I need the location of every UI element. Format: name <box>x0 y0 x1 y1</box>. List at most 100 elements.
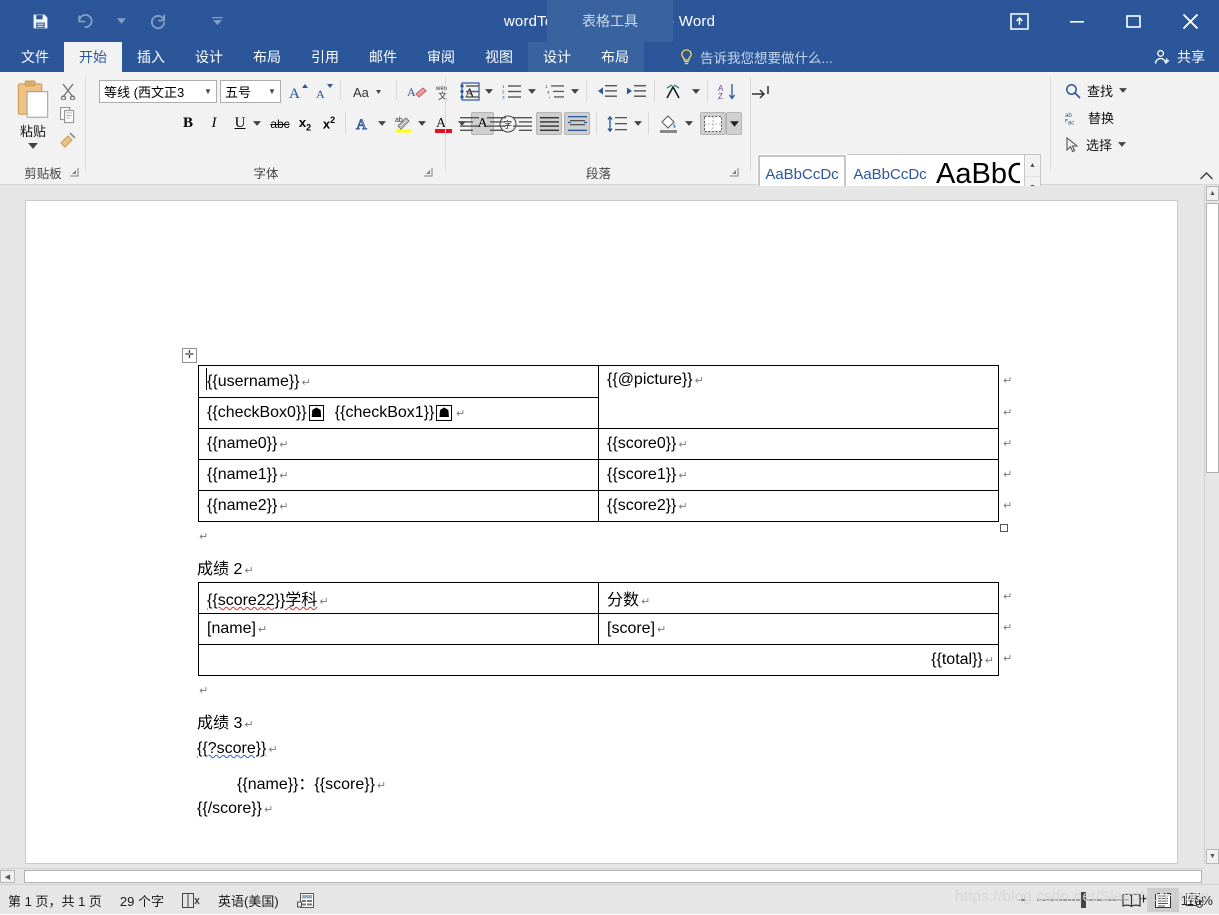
page-1[interactable]: ✛ {{username}} ↵ {{@picture}} ↵ {{checkB… <box>25 200 1178 864</box>
shading-button[interactable] <box>655 112 681 135</box>
loop-close-tag[interactable]: {{/score}} ↵ <box>197 800 273 818</box>
ribbon-tab-0[interactable]: 文件 <box>6 42 64 72</box>
multilevel-list-button[interactable]: 1ai <box>542 80 568 103</box>
decrease-font-size-button[interactable]: A <box>312 80 336 103</box>
strikethrough-button[interactable]: abc <box>268 112 292 135</box>
ribbon-options-icon[interactable] <box>991 0 1048 42</box>
text-effects-button[interactable]: A <box>352 112 375 135</box>
cell-score-placeholder[interactable]: [score] ↵ <box>598 613 999 645</box>
share-button[interactable]: 共享 <box>1154 42 1205 72</box>
clear-formatting-button[interactable]: A <box>404 80 429 103</box>
distributed-align-button[interactable] <box>564 112 590 135</box>
decrease-indent-button[interactable] <box>594 80 620 103</box>
paste-button[interactable]: 粘贴 <box>8 78 58 150</box>
increase-font-size-button[interactable]: A <box>286 80 310 103</box>
cell-subject-header[interactable]: {{score22}}学科 ↵ <box>198 582 599 614</box>
table-resize-handle[interactable] <box>1000 524 1008 532</box>
font-name-chevron-down-icon[interactable]: ▼ <box>200 87 216 96</box>
customize-qat-chevron-down-icon[interactable] <box>202 0 232 42</box>
restore-icon[interactable] <box>1105 0 1162 42</box>
text-effects-chevron-down-icon[interactable] <box>375 112 388 135</box>
cell-total[interactable]: {{total}} ↵ <box>198 644 999 676</box>
cell-name0[interactable]: {{name0}} ↵ <box>198 428 599 460</box>
ribbon-tab-9[interactable]: 设计 <box>528 42 586 72</box>
ribbon-tab-10[interactable]: 布局 <box>586 42 644 72</box>
line-spacing-button[interactable] <box>604 112 630 135</box>
subscript-button[interactable]: x2 <box>294 112 316 135</box>
underline-chevron-down-icon[interactable] <box>250 112 264 135</box>
ribbon-tab-2[interactable]: 插入 <box>122 42 180 72</box>
cut-button-top[interactable] <box>56 80 80 102</box>
format-painter-button[interactable] <box>56 128 80 150</box>
find-button[interactable]: 查找 <box>1065 81 1128 100</box>
loop-body[interactable]: {{name}}：{{score}} ↵ <box>237 770 386 794</box>
page-info[interactable]: 第 1 页，共 1 页 <box>8 891 102 910</box>
ribbon-tab-6[interactable]: 邮件 <box>354 42 412 72</box>
zoom-slider-thumb[interactable] <box>1081 892 1086 908</box>
loop-open-tag[interactable]: {{?score}} ↵ <box>197 740 278 758</box>
table-row[interactable]: {{name0}} ↵ {{score0}} ↵ <box>198 428 999 460</box>
cell-name2[interactable]: {{name2}} ↵ <box>198 490 599 522</box>
scroll-left-icon[interactable]: ◀ <box>0 870 15 883</box>
font-name-combobox[interactable]: 等线 (西文正3 ▼ <box>99 80 217 103</box>
font-size-chevron-down-icon[interactable]: ▼ <box>264 87 280 96</box>
font-dialog-launcher[interactable] <box>424 168 436 180</box>
table-subjects[interactable]: {{score22}}学科↵ 分数↵ [name]↵ [score]↵ <box>198 582 999 676</box>
ribbon-tab-5[interactable]: 引用 <box>296 42 354 72</box>
table-row[interactable]: {{name2}} ↵ {{score2}} ↵ <box>198 490 999 522</box>
cell-score-header[interactable]: 分数 ↵ <box>598 582 999 614</box>
cell-name1[interactable]: {{name1}} ↵ <box>198 459 599 491</box>
table-move-handle[interactable]: ✛ <box>182 348 197 363</box>
redo-icon[interactable] <box>136 0 180 42</box>
heading-score-2[interactable]: 成绩 2 ↵ <box>197 555 254 579</box>
highlight-chevron-down-icon[interactable] <box>415 112 428 135</box>
numbering-chevron-down-icon[interactable] <box>525 80 538 103</box>
line-spacing-chevron-down-icon[interactable] <box>631 112 644 135</box>
undo-dropdown-chevron-down-icon[interactable] <box>106 0 136 42</box>
scroll-up-icon[interactable]: ▲ <box>1206 186 1219 201</box>
vertical-scrollbar[interactable]: ▲ ▼ <box>1204 186 1219 864</box>
sort-chevron-down-icon[interactable] <box>689 80 702 103</box>
save-icon[interactable] <box>18 0 62 42</box>
underline-button[interactable]: U <box>229 112 251 135</box>
undo-icon[interactable] <box>62 0 106 42</box>
ribbon-tab-3[interactable]: 设计 <box>180 42 238 72</box>
italic-button[interactable]: I <box>203 112 225 135</box>
align-center-button[interactable] <box>483 112 509 135</box>
word-count[interactable]: 29 个字 <box>120 891 164 910</box>
collapse-ribbon-icon[interactable] <box>1200 172 1213 180</box>
cell-name-placeholder[interactable]: [name] ↵ <box>198 613 599 645</box>
table-placeholders[interactable]: {{username}} ↵ {{@picture}} ↵ {{checkBox0}… <box>198 365 999 522</box>
increase-indent-button[interactable] <box>623 80 649 103</box>
align-left-button[interactable] <box>456 112 482 135</box>
document-canvas[interactable]: ✛ {{username}} ↵ {{@picture}} ↵ {{checkB… <box>0 186 1204 864</box>
proofing-errors-icon[interactable] <box>182 892 200 908</box>
heading-score-3[interactable]: 成绩 3 ↵ <box>197 709 254 733</box>
styles-scroll-up-icon[interactable]: ▲ <box>1025 155 1040 177</box>
zoom-in-button[interactable]: + <box>1138 891 1149 909</box>
zoom-level[interactable]: 116% <box>1181 885 1213 915</box>
cell-username[interactable]: {{username}} ↵ <box>198 365 599 398</box>
horizontal-scroll-thumb[interactable] <box>24 870 1202 883</box>
sort-button[interactable] <box>662 80 688 103</box>
multilevel-chevron-down-icon[interactable] <box>568 80 581 103</box>
scroll-down-icon[interactable]: ▼ <box>1206 849 1219 864</box>
macro-record-icon[interactable] <box>296 892 314 908</box>
borders-button[interactable] <box>700 112 726 135</box>
checkbox-glyph-icon[interactable]: ☗ <box>436 404 453 421</box>
table-row[interactable]: {{username}} ↵ {{@picture}} ↵ <box>198 365 999 429</box>
sort-az-button[interactable]: AZ <box>714 80 740 103</box>
replace-button[interactable]: ab ac 替换 <box>1065 108 1114 127</box>
copy-button[interactable] <box>56 104 80 126</box>
zoom-out-button[interactable]: − <box>1017 892 1028 909</box>
close-icon[interactable] <box>1162 0 1219 42</box>
font-size-combobox[interactable]: 五号 ▼ <box>220 80 281 103</box>
change-case-button[interactable]: Aa <box>348 80 390 103</box>
vertical-scroll-thumb[interactable] <box>1206 203 1219 473</box>
text-highlight-color-button[interactable]: ab <box>392 112 415 135</box>
cell-picture[interactable]: {{@picture}} ↵ <box>598 365 999 429</box>
justify-button[interactable] <box>536 112 562 135</box>
clipboard-dialog-launcher[interactable] <box>70 168 82 180</box>
table-row[interactable]: {{score22}}学科 ↵ 分数 ↵ <box>198 582 999 614</box>
ribbon-tab-1[interactable]: 开始 <box>64 42 122 72</box>
